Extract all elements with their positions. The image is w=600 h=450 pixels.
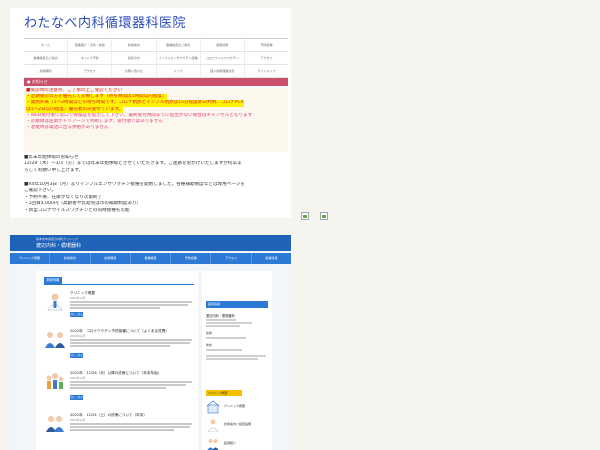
nav-row: 各種検査のご案内 ネットで予約 初診の方 インフルエンザワクチン接種 コロナウイ… bbox=[24, 52, 288, 65]
post-excerpt-line bbox=[70, 384, 186, 386]
doctors-illustration-icon bbox=[45, 332, 65, 348]
family-illustration-icon bbox=[46, 373, 64, 389]
post-date: 2022年12月 bbox=[70, 419, 86, 422]
broken-image-icon bbox=[320, 212, 328, 220]
notice-heading: ● お知らせ bbox=[24, 78, 288, 86]
post-excerpt-line bbox=[70, 307, 160, 309]
old-site-screenshot: わたなべ内科循環器科医院 ホーム 院長紹介・沿革・診療 診療案内 各種検査のご案… bbox=[10, 8, 291, 218]
nav-item[interactable]: 予防接種 bbox=[170, 253, 210, 264]
nav-item[interactable]: 診療案内 bbox=[111, 39, 155, 51]
header-title[interactable]: 渡辺内科・循環器科 bbox=[36, 242, 81, 249]
news-post[interactable]: クリニック概要 2022年12月 詳しく見る bbox=[44, 291, 194, 321]
sidebar-link-tag: クリニック概要 bbox=[206, 390, 242, 396]
sidebar-section-tag: 医院情報 bbox=[206, 301, 268, 308]
news-post[interactable]: 2022年 12/26（月）以降の診療について（年末年始） 2022年12月 詳… bbox=[44, 371, 194, 405]
post-excerpt-line bbox=[70, 387, 166, 389]
staff-icon bbox=[207, 439, 219, 450]
main-content: 新着情報 クリニック概要 2022年12月 詳しく見る 2022年 コロナワクチ… bbox=[36, 271, 198, 450]
nav-item[interactable]: 初診の方 bbox=[111, 52, 155, 64]
news-post[interactable]: 2022年 12/24（土）の診療について（年末） 2022年12月 bbox=[44, 413, 194, 447]
post-date: 2022年12月 bbox=[70, 297, 86, 300]
new-site-screenshot: 熊本市中央区の内科クリニック 渡辺内科・循環器科 クリニック概要 診療案内 診療… bbox=[10, 235, 291, 450]
post-excerpt-line bbox=[70, 304, 188, 306]
sidebar: 医院情報 渡辺内科・循環器科 診療 休診 クリニック概要 クリニック概要 診療案… bbox=[202, 271, 272, 450]
hours-heading: 診療 bbox=[206, 331, 213, 335]
address-line bbox=[206, 325, 240, 327]
clinic-name: 渡辺内科・循環器科 bbox=[206, 314, 235, 318]
nav-item[interactable]: お問い合わせ bbox=[111, 65, 155, 77]
header-subtitle: 熊本市中央区の内科クリニック bbox=[36, 237, 79, 241]
holiday-notice: ■年末年始休暇のお知らせ 12/29（木）〜1/3（火）までは年末年始休暇とさせ… bbox=[24, 155, 288, 174]
site-header: 熊本市中央区の内科クリニック 渡辺内科・循環器科 bbox=[10, 235, 291, 251]
nav-item[interactable]: 各種検査 bbox=[129, 253, 170, 264]
notice-body: ■受診時の注意点、ご了承の上ご受診ください ・定期受診の方を優先して診療します（… bbox=[24, 88, 288, 152]
nav-row: 診療時間 アクセス お問い合わせ リンク 個人情報保護方針 サイトマップ bbox=[24, 65, 288, 78]
nav-item[interactable]: 各種検査のご案内 bbox=[24, 52, 67, 64]
section-tag: 新着情報 bbox=[44, 277, 62, 284]
clinic-illustration-icon bbox=[47, 293, 63, 311]
nav-item[interactable]: 診療時間 bbox=[89, 253, 130, 264]
closed-heading: 休診 bbox=[206, 343, 213, 347]
post-excerpt-line bbox=[70, 429, 174, 431]
notice-title: お知らせ bbox=[31, 79, 48, 84]
nav-item[interactable]: 診療時間 bbox=[24, 65, 67, 77]
nav-item[interactable]: アクセス bbox=[67, 65, 111, 77]
nav-item[interactable]: インフルエンザワクチン接種 bbox=[155, 52, 200, 64]
note-line bbox=[206, 355, 266, 357]
post-date: 2022年12月 bbox=[70, 335, 86, 338]
vaccine-line: ・新型コロナウイルスワクチンとの同時接種も可能 bbox=[24, 207, 130, 213]
hours-line bbox=[206, 337, 246, 339]
post-excerpt-line bbox=[70, 423, 192, 425]
post-excerpt-line bbox=[70, 301, 192, 303]
closed-line bbox=[206, 349, 242, 351]
doctor-icon bbox=[207, 419, 219, 432]
info-icon: ● bbox=[27, 79, 31, 84]
nav-item[interactable]: 新着情報 bbox=[250, 253, 291, 264]
post-excerpt-line bbox=[70, 342, 190, 344]
address-line bbox=[206, 322, 252, 324]
clinic-icon bbox=[206, 400, 220, 414]
nav-item[interactable]: ネットで予約 bbox=[67, 52, 111, 64]
patients-illustration-icon bbox=[46, 416, 64, 432]
address-line bbox=[206, 319, 236, 321]
sidebar-link[interactable]: 医師紹介 bbox=[224, 441, 236, 445]
nav-item[interactable]: 各種検査のご案内 bbox=[155, 39, 200, 51]
nav-row: ホーム 院長紹介・沿革・診療 診療案内 各種検査のご案内 健康診断 予防接種 bbox=[24, 39, 288, 52]
nav-item[interactable]: リンク bbox=[155, 65, 200, 77]
nav-item[interactable]: 診療案内 bbox=[49, 253, 89, 264]
notice-line: ・混雑時は電話に出る余裕がありません bbox=[26, 125, 109, 131]
holiday-line: ろしくお願い申し上げます。 bbox=[24, 167, 84, 173]
post-excerpt-line bbox=[70, 381, 192, 383]
nav-item[interactable]: 院長紹介・沿革・診療 bbox=[67, 39, 111, 51]
post-excerpt-line bbox=[70, 426, 190, 428]
section-divider bbox=[44, 284, 194, 285]
main-navigation: ホーム 院長紹介・沿革・診療 診療案内 各種検査のご案内 健康診断 予防接種 各… bbox=[24, 38, 288, 78]
nav-item[interactable]: 予防接種 bbox=[243, 39, 288, 51]
broken-image-icon bbox=[301, 212, 309, 220]
main-navigation: クリニック概要 診療案内 診療時間 各種検査 予防接種 アクセス 新着情報 bbox=[10, 253, 291, 264]
nav-item[interactable]: アクセス bbox=[243, 52, 288, 64]
nav-item[interactable]: 個人情報保護方針 bbox=[199, 65, 244, 77]
site-title[interactable]: わたなべ内科循環器科医院 bbox=[24, 12, 186, 31]
sidebar-link[interactable]: 診療案内と検査設備 bbox=[224, 422, 251, 426]
read-more-button[interactable]: 詳しく見る bbox=[70, 312, 83, 317]
note-line bbox=[206, 358, 258, 360]
post-date: 2022年12月 bbox=[70, 377, 86, 380]
post-excerpt-line bbox=[70, 339, 192, 341]
read-more-button[interactable]: 詳しく見る bbox=[70, 353, 83, 358]
nav-item[interactable]: アクセス bbox=[210, 253, 250, 264]
read-more-button[interactable]: 詳しく見る bbox=[70, 395, 83, 400]
nav-item[interactable]: コロナウイルスワクチン bbox=[199, 52, 244, 64]
notice-line: は1〜2日以内程度）優先者のみ受付ています。 bbox=[26, 106, 124, 113]
nav-item[interactable]: クリニック概要 bbox=[10, 253, 49, 264]
post-excerpt-line bbox=[70, 345, 170, 347]
sidebar-link[interactable]: クリニック概要 bbox=[224, 404, 245, 408]
nav-item[interactable]: サイトマップ bbox=[243, 65, 288, 77]
news-post[interactable]: 2022年 コロナワクチン予防接種について（よくある質問） 2022年12月 詳… bbox=[44, 329, 194, 363]
nav-item[interactable]: 健康診断 bbox=[199, 39, 244, 51]
nav-item[interactable]: ホーム bbox=[24, 39, 67, 51]
vaccine-notice: ■R4年10月3日（月）よりインフルエンザワクチン接種を開始しました。各種補助制… bbox=[24, 182, 288, 214]
